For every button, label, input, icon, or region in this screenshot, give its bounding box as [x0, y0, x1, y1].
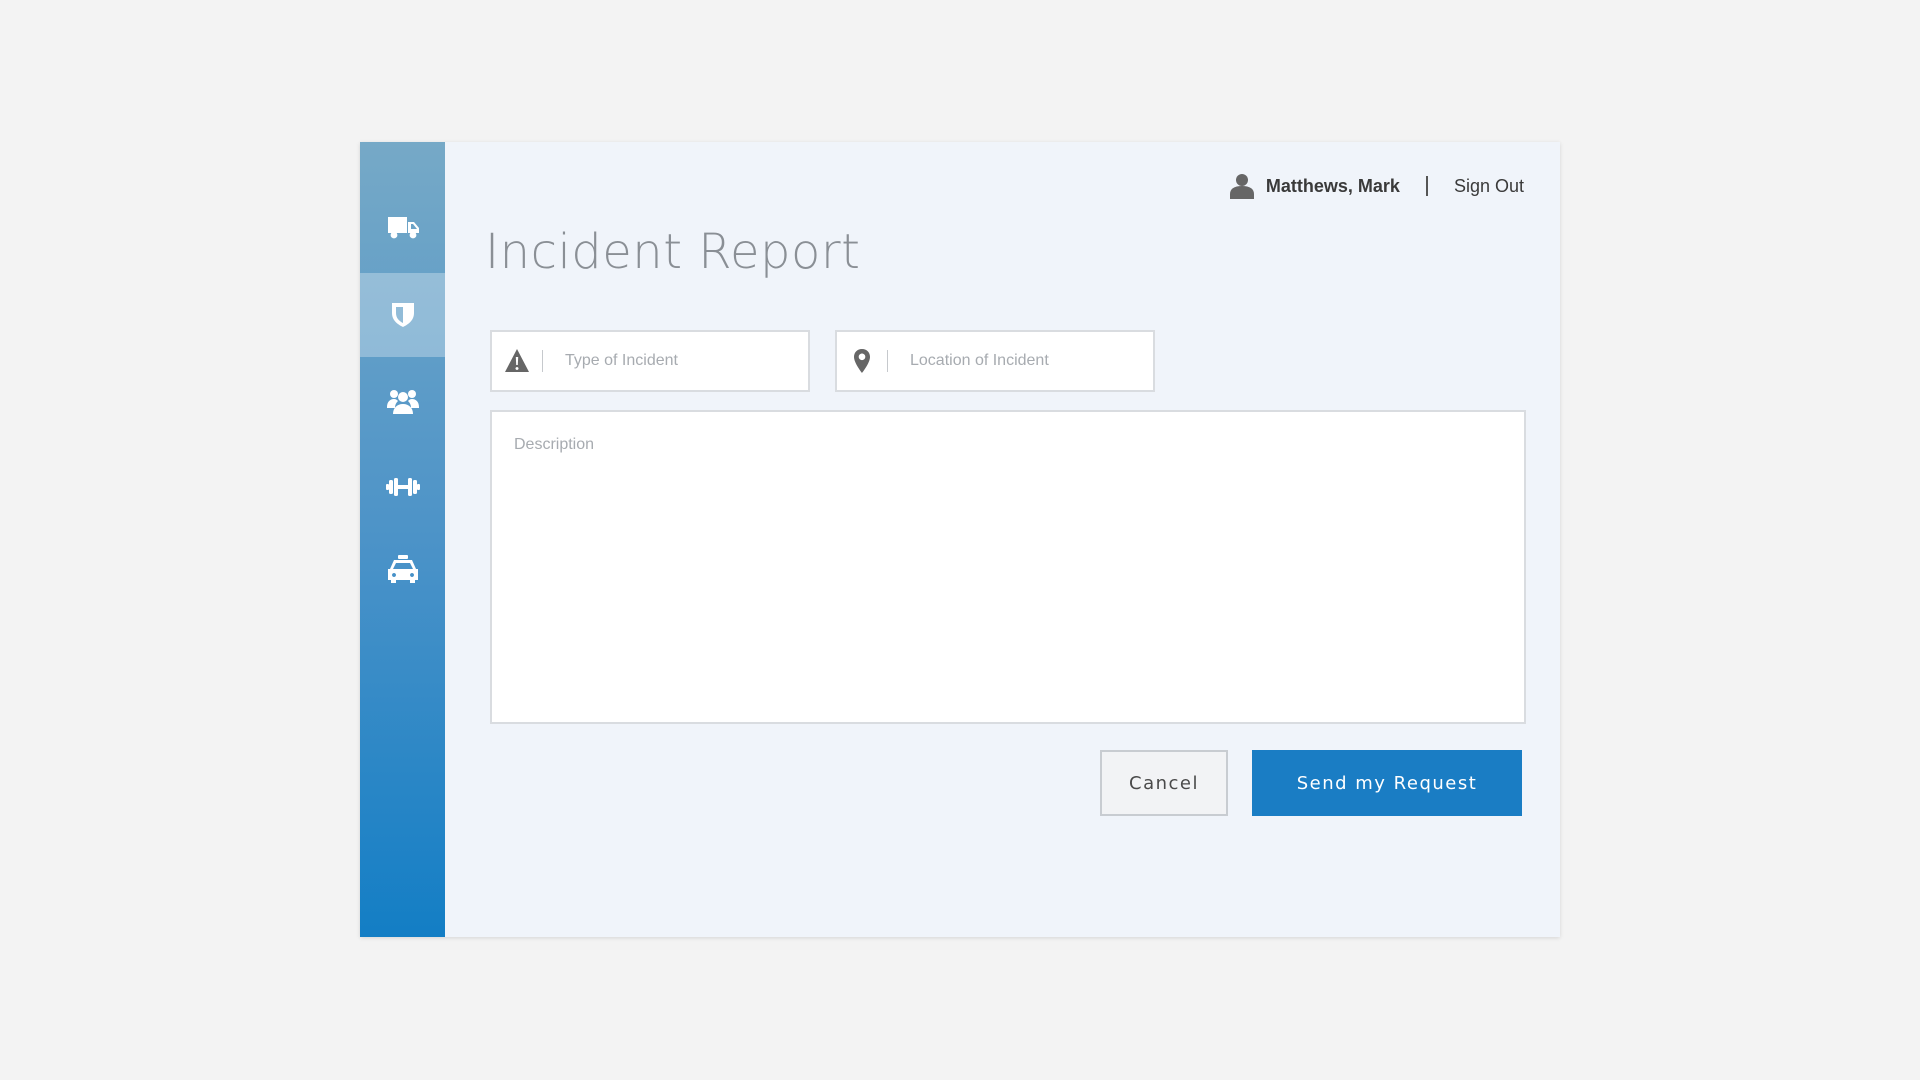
sidebar-item-transport[interactable] — [360, 184, 445, 268]
map-pin-icon — [837, 332, 887, 390]
warning-icon — [492, 332, 542, 390]
divider — [1425, 176, 1428, 196]
location-of-incident-field[interactable] — [835, 330, 1155, 392]
app-window: Matthews, Mark Sign Out Incident Report … — [360, 142, 1560, 937]
dumbbell-icon — [385, 478, 420, 496]
field-separator — [887, 350, 888, 372]
people-group-icon — [386, 390, 419, 414]
user-bar: Matthews, Mark Sign Out — [1229, 170, 1524, 202]
field-separator — [542, 350, 543, 372]
sidebar-item-people[interactable] — [360, 359, 445, 443]
description-textarea[interactable] — [490, 410, 1526, 724]
shield-icon — [391, 303, 414, 327]
cancel-button[interactable]: Cancel — [1100, 750, 1228, 816]
sidebar-item-fitness[interactable] — [360, 445, 445, 529]
type-of-incident-input[interactable] — [563, 351, 797, 371]
truck-icon — [387, 217, 419, 239]
sidebar-item-security[interactable] — [360, 273, 445, 357]
send-request-button[interactable]: Send my Request — [1252, 750, 1522, 816]
sign-out-link[interactable]: Sign Out — [1454, 176, 1524, 197]
user-icon — [1229, 173, 1254, 199]
user-name[interactable]: Matthews, Mark — [1266, 176, 1400, 197]
page-title: Incident Report — [485, 224, 861, 280]
sidebar — [360, 142, 445, 937]
type-of-incident-field[interactable] — [490, 330, 810, 392]
taxi-icon — [387, 555, 418, 583]
location-of-incident-input[interactable] — [908, 351, 1142, 371]
sidebar-item-taxi[interactable] — [360, 528, 445, 612]
